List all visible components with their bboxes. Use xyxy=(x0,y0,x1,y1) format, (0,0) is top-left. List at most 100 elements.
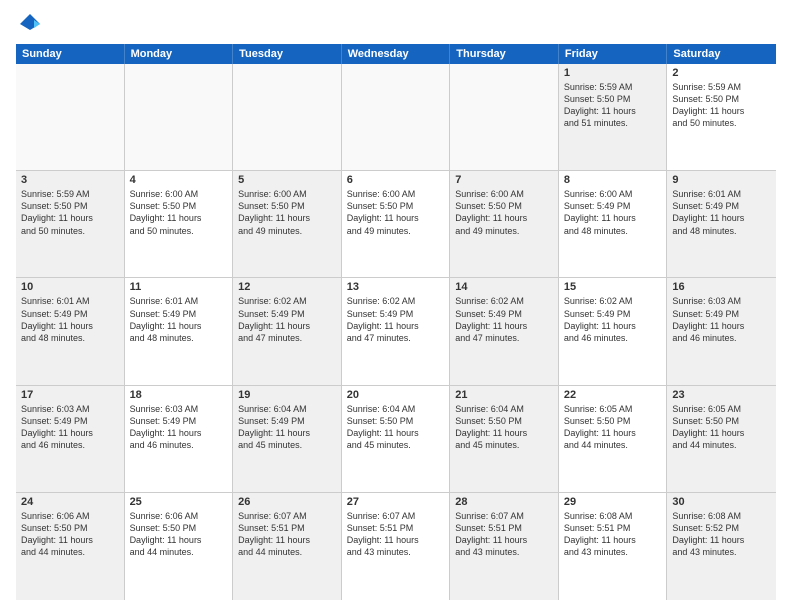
calendar-cell: 21 Sunrise: 6:04 AM Sunset: 5:50 PM Dayli… xyxy=(450,386,559,492)
day-number: 3 xyxy=(21,174,119,186)
day-number: 21 xyxy=(455,389,553,401)
day-info: Sunrise: 6:04 AM Sunset: 5:50 PM Dayligh… xyxy=(347,403,445,452)
calendar-cell: 8 Sunrise: 6:00 AM Sunset: 5:49 PM Daylig… xyxy=(559,171,668,277)
day-number: 24 xyxy=(21,496,119,508)
day-info: Sunrise: 6:08 AM Sunset: 5:52 PM Dayligh… xyxy=(672,510,771,559)
calendar-cell: 23Sunrise: 6:05 AM Sunset: 5:50 PM Dayli… xyxy=(667,386,776,492)
day-info: Sunrise: 6:00 AM Sunset: 5:50 PM Dayligh… xyxy=(238,188,336,237)
calendar-cell: 15 Sunrise: 6:02 AM Sunset: 5:49 PM Dayli… xyxy=(559,278,668,384)
calendar-row: 1 Sunrise: 5:59 AM Sunset: 5:50 PM Daylig… xyxy=(16,64,776,171)
day-info: Sunrise: 6:07 AM Sunset: 5:51 PM Dayligh… xyxy=(347,510,445,559)
calendar-cell: 20 Sunrise: 6:04 AM Sunset: 5:50 PM Dayli… xyxy=(342,386,451,492)
calendar-cell: 26Sunrise: 6:07 AM Sunset: 5:51 PM Dayli… xyxy=(233,493,342,600)
day-number: 1 xyxy=(564,67,662,79)
day-number: 30 xyxy=(672,496,771,508)
day-number: 29 xyxy=(564,496,662,508)
calendar-body: 1 Sunrise: 5:59 AM Sunset: 5:50 PM Daylig… xyxy=(16,64,776,600)
day-info: Sunrise: 6:00 AM Sunset: 5:50 PM Dayligh… xyxy=(130,188,228,237)
weekday-header: Tuesday xyxy=(233,44,342,64)
day-number: 28 xyxy=(455,496,553,508)
weekday-header: Wednesday xyxy=(342,44,451,64)
day-number: 15 xyxy=(564,281,662,293)
day-number: 12 xyxy=(238,281,336,293)
calendar: SundayMondayTuesdayWednesdayThursdayFrid… xyxy=(16,44,776,600)
calendar-cell: 25 Sunrise: 6:06 AM Sunset: 5:50 PM Dayli… xyxy=(125,493,234,600)
weekday-header: Monday xyxy=(125,44,234,64)
calendar-cell: 12 Sunrise: 6:02 AM Sunset: 5:49 PM Dayli… xyxy=(233,278,342,384)
day-info: Sunrise: 6:00 AM Sunset: 5:50 PM Dayligh… xyxy=(347,188,445,237)
day-number: 14 xyxy=(455,281,553,293)
day-info: Sunrise: 6:00 AM Sunset: 5:50 PM Dayligh… xyxy=(455,188,553,237)
calendar-row: 17 Sunrise: 6:03 AM Sunset: 5:49 PM Dayli… xyxy=(16,386,776,493)
calendar-cell: 4 Sunrise: 6:00 AM Sunset: 5:50 PM Daylig… xyxy=(125,171,234,277)
calendar-cell: 17Sunrise: 6:03 AM Sunset: 5:49 PM Dayli… xyxy=(16,386,125,492)
calendar-cell: 18 Sunrise: 6:03 AM Sunset: 5:49 PM Dayli… xyxy=(125,386,234,492)
day-info: Sunrise: 6:02 AM Sunset: 5:49 PM Dayligh… xyxy=(347,295,445,344)
calendar-cell: 27 Sunrise: 6:07 AM Sunset: 5:51 PM Dayli… xyxy=(342,493,451,600)
weekday-header: Friday xyxy=(559,44,668,64)
day-number: 2 xyxy=(672,67,771,79)
day-info: Sunrise: 6:03 AM Sunset: 5:49 PM Dayligh… xyxy=(130,403,228,452)
day-info: Sunrise: 6:00 AM Sunset: 5:49 PM Dayligh… xyxy=(564,188,662,237)
day-info: Sunrise: 6:02 AM Sunset: 5:49 PM Dayligh… xyxy=(455,295,553,344)
calendar-cell: 6Sunrise: 6:00 AM Sunset: 5:50 PM Daylig… xyxy=(342,171,451,277)
calendar-cell: 1 Sunrise: 5:59 AM Sunset: 5:50 PM Daylig… xyxy=(559,64,668,170)
day-info: Sunrise: 6:06 AM Sunset: 5:50 PM Dayligh… xyxy=(21,510,119,559)
calendar-cell: 24 Sunrise: 6:06 AM Sunset: 5:50 PM Dayli… xyxy=(16,493,125,600)
day-number: 7 xyxy=(455,174,553,186)
calendar-cell xyxy=(342,64,451,170)
calendar-cell: 16 Sunrise: 6:03 AM Sunset: 5:49 PM Dayli… xyxy=(667,278,776,384)
calendar-cell: 28 Sunrise: 6:07 AM Sunset: 5:51 PM Dayli… xyxy=(450,493,559,600)
day-number: 22 xyxy=(564,389,662,401)
day-number: 5 xyxy=(238,174,336,186)
calendar-cell xyxy=(125,64,234,170)
calendar-cell: 29 Sunrise: 6:08 AM Sunset: 5:51 PM Dayli… xyxy=(559,493,668,600)
day-number: 20 xyxy=(347,389,445,401)
day-number: 25 xyxy=(130,496,228,508)
day-number: 27 xyxy=(347,496,445,508)
calendar-cell xyxy=(450,64,559,170)
day-number: 17 xyxy=(21,389,119,401)
calendar-cell: 11Sunrise: 6:01 AM Sunset: 5:49 PM Dayli… xyxy=(125,278,234,384)
day-number: 10 xyxy=(21,281,119,293)
day-info: Sunrise: 5:59 AM Sunset: 5:50 PM Dayligh… xyxy=(21,188,119,237)
day-number: 26 xyxy=(238,496,336,508)
calendar-cell: 22Sunrise: 6:05 AM Sunset: 5:50 PM Dayli… xyxy=(559,386,668,492)
calendar-cell: 19 Sunrise: 6:04 AM Sunset: 5:49 PM Dayli… xyxy=(233,386,342,492)
calendar-cell: 14 Sunrise: 6:02 AM Sunset: 5:49 PM Dayli… xyxy=(450,278,559,384)
calendar-cell: 9Sunrise: 6:01 AM Sunset: 5:49 PM Daylig… xyxy=(667,171,776,277)
day-number: 4 xyxy=(130,174,228,186)
day-number: 18 xyxy=(130,389,228,401)
weekday-header: Thursday xyxy=(450,44,559,64)
calendar-cell: 2 Sunrise: 5:59 AM Sunset: 5:50 PM Daylig… xyxy=(667,64,776,170)
day-info: Sunrise: 5:59 AM Sunset: 5:50 PM Dayligh… xyxy=(672,81,771,130)
day-info: Sunrise: 6:07 AM Sunset: 5:51 PM Dayligh… xyxy=(455,510,553,559)
day-info: Sunrise: 6:03 AM Sunset: 5:49 PM Dayligh… xyxy=(672,295,771,344)
calendar-header: SundayMondayTuesdayWednesdayThursdayFrid… xyxy=(16,44,776,64)
day-info: Sunrise: 6:02 AM Sunset: 5:49 PM Dayligh… xyxy=(238,295,336,344)
calendar-cell: 30 Sunrise: 6:08 AM Sunset: 5:52 PM Dayli… xyxy=(667,493,776,600)
calendar-row: 24 Sunrise: 6:06 AM Sunset: 5:50 PM Dayli… xyxy=(16,493,776,600)
weekday-header: Saturday xyxy=(667,44,776,64)
day-number: 19 xyxy=(238,389,336,401)
calendar-cell: 5 Sunrise: 6:00 AM Sunset: 5:50 PM Daylig… xyxy=(233,171,342,277)
day-info: Sunrise: 5:59 AM Sunset: 5:50 PM Dayligh… xyxy=(564,81,662,130)
calendar-row: 3 Sunrise: 5:59 AM Sunset: 5:50 PM Daylig… xyxy=(16,171,776,278)
logo-text xyxy=(16,12,44,36)
header xyxy=(16,12,776,36)
day-number: 9 xyxy=(672,174,771,186)
calendar-cell: 10 Sunrise: 6:01 AM Sunset: 5:49 PM Dayli… xyxy=(16,278,125,384)
day-number: 13 xyxy=(347,281,445,293)
day-info: Sunrise: 6:05 AM Sunset: 5:50 PM Dayligh… xyxy=(672,403,771,452)
day-info: Sunrise: 6:08 AM Sunset: 5:51 PM Dayligh… xyxy=(564,510,662,559)
calendar-cell: 7 Sunrise: 6:00 AM Sunset: 5:50 PM Daylig… xyxy=(450,171,559,277)
day-info: Sunrise: 6:02 AM Sunset: 5:49 PM Dayligh… xyxy=(564,295,662,344)
day-info: Sunrise: 6:04 AM Sunset: 5:50 PM Dayligh… xyxy=(455,403,553,452)
calendar-cell xyxy=(233,64,342,170)
calendar-cell: 13 Sunrise: 6:02 AM Sunset: 5:49 PM Dayli… xyxy=(342,278,451,384)
day-info: Sunrise: 6:01 AM Sunset: 5:49 PM Dayligh… xyxy=(21,295,119,344)
day-number: 8 xyxy=(564,174,662,186)
day-info: Sunrise: 6:04 AM Sunset: 5:49 PM Dayligh… xyxy=(238,403,336,452)
day-number: 16 xyxy=(672,281,771,293)
day-info: Sunrise: 6:06 AM Sunset: 5:50 PM Dayligh… xyxy=(130,510,228,559)
